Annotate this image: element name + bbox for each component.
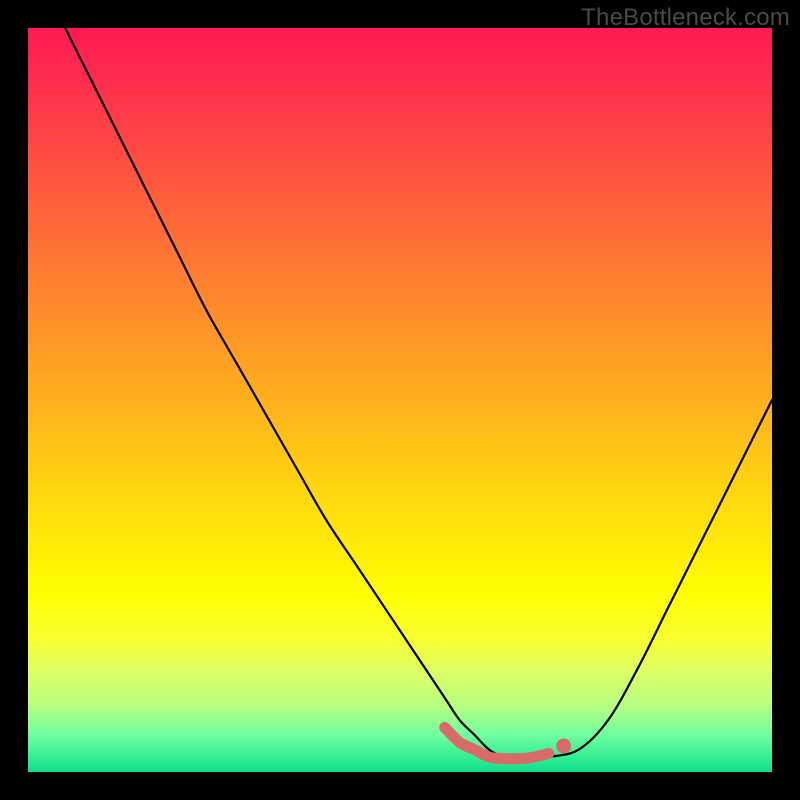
chart-svg (28, 28, 772, 772)
watermark-text: TheBottleneck.com (581, 4, 790, 32)
bottleneck-curve (65, 28, 772, 761)
good-fit-segment (445, 727, 549, 758)
current-point-marker (556, 739, 571, 754)
